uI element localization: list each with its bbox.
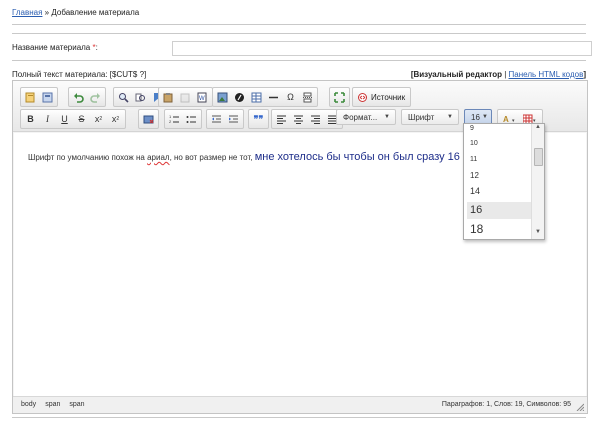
image-icon[interactable] xyxy=(214,89,231,105)
font-size-option[interactable]: 18 xyxy=(470,222,483,236)
indent-icon[interactable] xyxy=(225,111,242,127)
format-combo[interactable]: Формат... ▼ xyxy=(336,109,396,125)
paste-text-icon[interactable] xyxy=(177,89,194,105)
new-page-icon[interactable] xyxy=(22,89,39,105)
format-combo-label: Формат... xyxy=(343,112,378,122)
toolbar-group-templates xyxy=(20,87,58,107)
editor-text-misspelled: ариал xyxy=(147,153,170,162)
special-char-icon[interactable]: Ω xyxy=(282,89,299,105)
svg-text:2: 2 xyxy=(169,119,172,124)
title-label: Название материала *: xyxy=(12,43,98,52)
scrollbar-thumb[interactable] xyxy=(534,148,543,166)
font-size-option[interactable]: 12 xyxy=(470,171,479,180)
editor-text-default: , но вот размер не тот, xyxy=(169,153,255,162)
paste-word-icon[interactable]: W xyxy=(194,89,211,105)
toolbar-group-view xyxy=(329,87,350,107)
outdent-icon[interactable] xyxy=(208,111,225,127)
font-size-option[interactable]: 10 xyxy=(470,140,478,147)
divider xyxy=(12,60,586,61)
editor-text-large: мне хотелось бы чтобы он был сразу 16 xyxy=(254,151,460,163)
font-size-option[interactable]: 9 xyxy=(470,125,474,132)
fulltext-label: Полный текст материала: [$CUT$ ?] xyxy=(12,70,147,79)
visual-editor-mode: [Визуальный редактор xyxy=(410,70,502,79)
chevron-down-icon: ▼ xyxy=(482,114,488,120)
blockquote-icon[interactable]: ❞❞ xyxy=(250,111,267,127)
page-break-icon[interactable] xyxy=(299,89,316,105)
font-size-option-selected[interactable]: 16 xyxy=(467,202,532,219)
replace-icon[interactable] xyxy=(132,89,149,105)
source-label: Источник xyxy=(371,92,406,102)
toolbar-group-blockquote: ❞❞ xyxy=(248,109,269,129)
flash-icon[interactable] xyxy=(231,89,248,105)
toolbar-group-indent xyxy=(206,109,244,129)
toolbar-group-insert: Ω xyxy=(212,87,318,107)
strike-icon[interactable]: S xyxy=(73,111,90,127)
word-count: Параграфов: 1, Слов: 19, Символов: 95 xyxy=(441,401,571,408)
breadcrumb-current: Добавление материала xyxy=(51,8,140,17)
source-button[interactable]: Источник xyxy=(352,87,412,107)
element-path-item[interactable]: span xyxy=(45,401,60,408)
svg-text:W: W xyxy=(199,96,205,102)
resize-handle-icon[interactable] xyxy=(576,403,584,411)
chevron-down-icon: ▼ xyxy=(447,114,453,120)
editor-text-default: Шрифт по умолчанию похож на xyxy=(28,153,148,162)
italic-icon[interactable]: I xyxy=(39,111,56,127)
bulleted-list-icon[interactable] xyxy=(183,111,200,127)
chevron-down-icon: ▼ xyxy=(384,114,390,120)
dropdown-scrollbar[interactable]: ▲ ▼ xyxy=(531,124,544,239)
title-input[interactable] xyxy=(172,41,592,56)
align-right-icon[interactable] xyxy=(307,111,324,127)
font-size-dropdown: 9 10 11 12 14 16 18 ▲ ▼ xyxy=(463,123,545,240)
divider xyxy=(12,33,586,34)
html-panel-link[interactable]: Панель HTML кодов xyxy=(509,70,584,79)
element-path-item[interactable]: body xyxy=(21,401,36,408)
paste-icon[interactable] xyxy=(160,89,177,105)
superscript-icon[interactable]: x2 xyxy=(107,111,124,127)
subscript-icon[interactable]: x2 xyxy=(90,111,107,127)
numbered-list-icon[interactable]: 12 xyxy=(166,111,183,127)
editor-mode-switch: [Визуальный редактор | Панель HTML кодов… xyxy=(410,70,586,79)
font-size-option[interactable]: 11 xyxy=(470,156,477,163)
remove-format-icon[interactable] xyxy=(140,111,157,127)
toolbar-group-align xyxy=(271,109,343,129)
align-left-icon[interactable] xyxy=(273,111,290,127)
horizontal-rule-icon[interactable] xyxy=(265,89,282,105)
font-size-option[interactable]: 14 xyxy=(470,186,480,196)
font-combo[interactable]: Шрифт ▼ xyxy=(401,109,459,125)
toolbar-group-lists: 12 xyxy=(164,109,202,129)
editor-text: Шрифт по умолчанию похож на ариал, но во… xyxy=(28,151,460,163)
breadcrumb: Главная » Добавление материала xyxy=(12,8,139,17)
table-icon[interactable] xyxy=(248,89,265,105)
element-path-item[interactable]: span xyxy=(69,401,84,408)
redo-icon[interactable] xyxy=(87,89,104,105)
font-combo-label: Шрифт xyxy=(408,112,435,122)
maximize-icon[interactable] xyxy=(331,89,348,105)
divider xyxy=(12,24,586,25)
align-center-icon[interactable] xyxy=(290,111,307,127)
toolbar-group-removeformat xyxy=(138,109,159,129)
breadcrumb-home-link[interactable]: Главная xyxy=(12,8,42,17)
templates-icon[interactable] xyxy=(39,89,56,105)
editor-status-bar: body span span Параграфов: 1, Слов: 19, Си… xyxy=(13,396,587,413)
underline-icon[interactable]: U xyxy=(56,111,73,127)
divider xyxy=(12,417,586,418)
find-icon[interactable] xyxy=(115,89,132,105)
toolbar-group-clipboard: W xyxy=(158,87,213,107)
source-icon xyxy=(358,92,367,102)
toolbar-group-history xyxy=(68,87,106,107)
undo-icon[interactable] xyxy=(70,89,87,105)
element-path: body span span xyxy=(21,401,94,408)
scroll-up-icon[interactable]: ▲ xyxy=(532,124,544,134)
font-size-combo-label: 16 xyxy=(471,112,480,122)
bold-icon[interactable]: B xyxy=(22,111,39,127)
toolbar-group-basicstyles: B I U S x2 x2 xyxy=(20,109,126,129)
scroll-down-icon[interactable]: ▼ xyxy=(532,229,544,239)
